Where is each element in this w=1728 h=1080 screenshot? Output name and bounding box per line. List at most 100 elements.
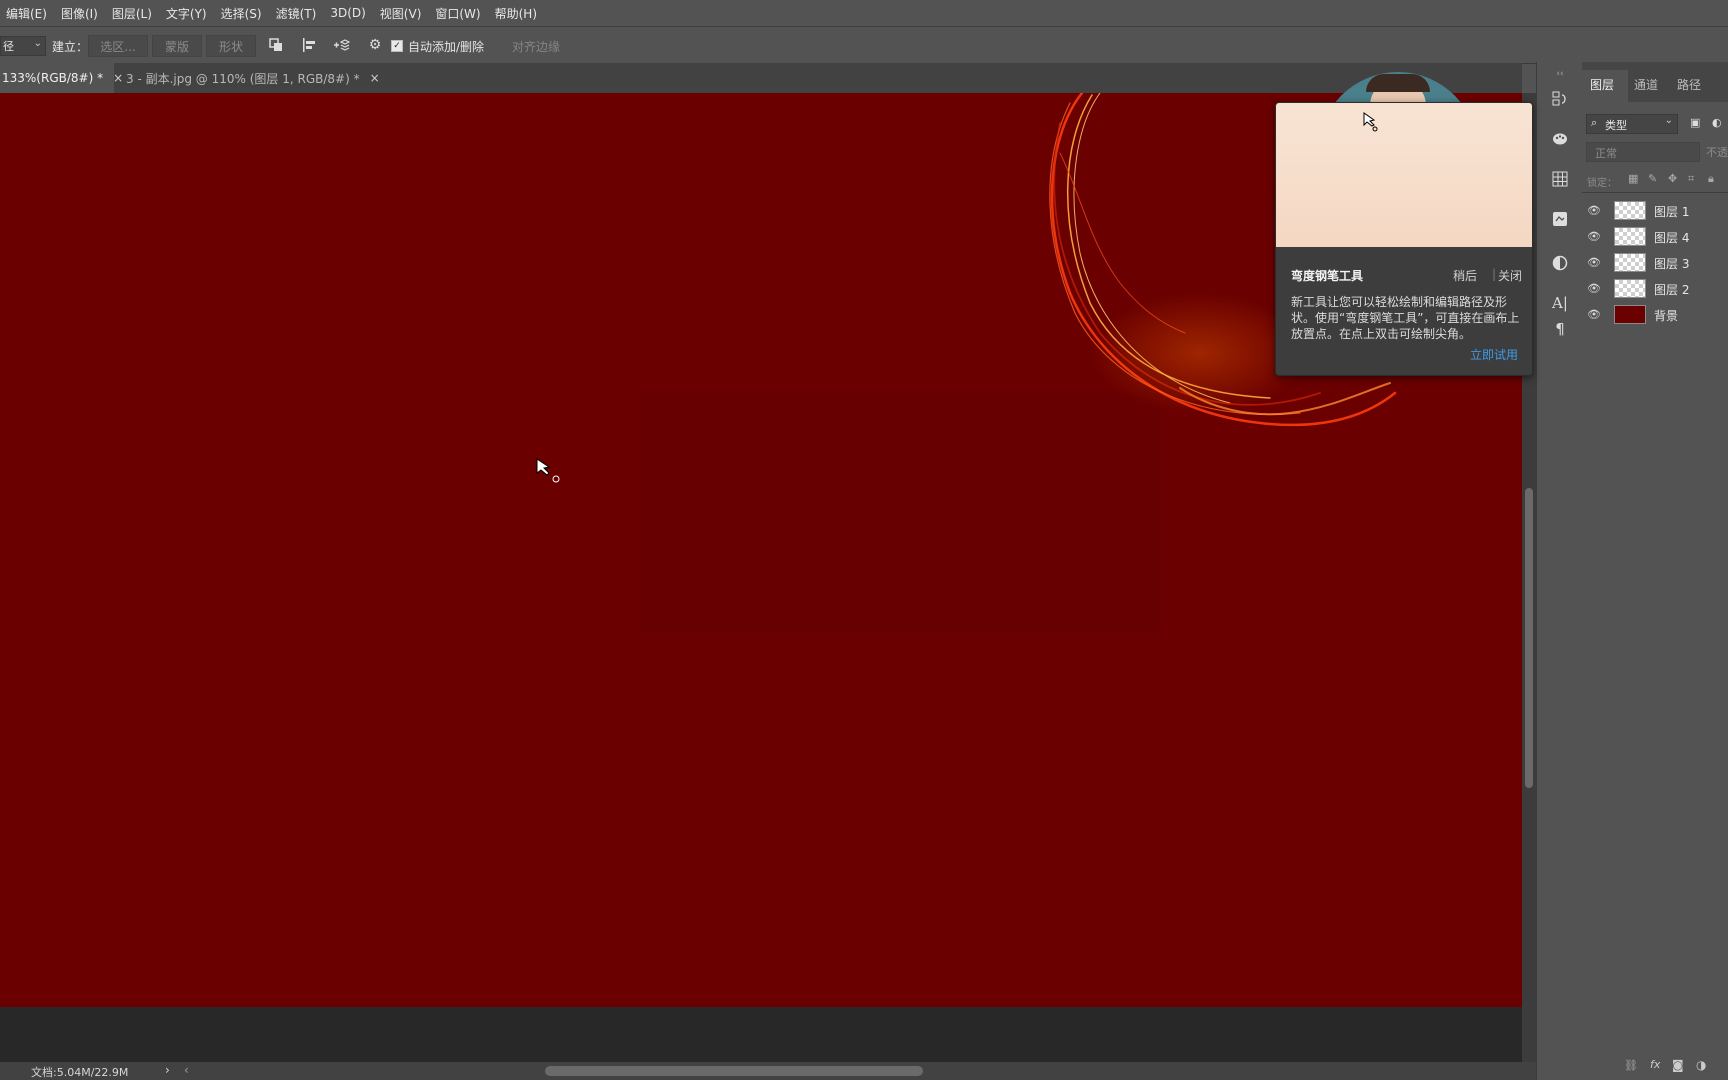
menu-select[interactable]: 选择(S) (215, 5, 270, 22)
menu-image[interactable]: 图像(I) (55, 5, 106, 22)
chevron-down-icon: ⌄ (33, 38, 42, 49)
build-label: 建立： (52, 40, 89, 54)
layer-row[interactable]: 👁︎ 图层 4 (1582, 223, 1728, 249)
document-size-info: 文档:5.04M/22.9M (31, 1066, 129, 1079)
color-palette-icon[interactable] (1551, 130, 1569, 148)
make-mask-button[interactable]: 蒙版 (152, 35, 202, 57)
pen-mode-value: 径 (3, 40, 14, 53)
make-shape-button[interactable]: 形状 (206, 35, 256, 57)
search-icon: ⌕ (1591, 116, 1598, 129)
eye-icon[interactable]: 👁︎ (1587, 255, 1601, 269)
menu-window[interactable]: 窗口(W) (429, 5, 488, 22)
path-arrangement-icon[interactable] (332, 36, 350, 54)
link-icon[interactable]: ⛓︎ (1624, 1059, 1638, 1072)
lock-all-icon[interactable]: 🔒︎ (1708, 172, 1714, 186)
document-tab-bar: 133%(RGB/8#) * × 3 - 副本.jpg @ 110% (图层 1… (0, 63, 1522, 93)
layer-filter-value: 类型 (1605, 119, 1627, 132)
tab-label: 133%(RGB/8#) * (2, 71, 104, 85)
hair-shape (1366, 74, 1430, 92)
layer-name: 图层 4 (1654, 231, 1690, 245)
eye-icon[interactable]: 👁︎ (1587, 203, 1601, 217)
eye-icon[interactable]: 👁︎ (1587, 281, 1601, 295)
lock-label: 锁定： (1587, 178, 1617, 189)
horizontal-scroll-thumb[interactable] (545, 1066, 923, 1076)
tooltip-preview (1276, 103, 1532, 247)
menu-view[interactable]: 视图(V) (374, 5, 430, 22)
menu-edit[interactable]: 编辑(E) (0, 5, 55, 22)
path-alignment-icon[interactable] (300, 36, 318, 54)
grid-swatch-icon[interactable] (1551, 170, 1569, 188)
layer-thumbnail (1614, 253, 1646, 272)
collapse-panels-icon[interactable]: ‹‹ (1551, 65, 1569, 83)
lock-artboard-icon[interactable]: ⌗ (1688, 172, 1694, 186)
lock-transparent-icon[interactable]: ▦ (1628, 172, 1638, 185)
lock-brush-icon[interactable]: ✎ (1648, 172, 1657, 185)
tab-label: 3 - 副本.jpg @ 110% (图层 1, RGB/8#) * (126, 71, 360, 86)
character-icon[interactable]: A| (1551, 294, 1569, 312)
libraries-icon[interactable] (1551, 210, 1569, 228)
tooltip-description: 新工具让您可以轻松绘制和编辑路径及形状。使用“弯度钢笔工具”，可直接在画布上放置… (1291, 295, 1520, 341)
close-icon[interactable]: × (370, 71, 380, 85)
vertical-scroll-thumb[interactable] (1525, 488, 1533, 788)
layer-thumbnail (1614, 279, 1646, 298)
layer-row[interactable]: 👁︎ 图层 2 (1582, 275, 1728, 301)
opacity-label: 不透 (1706, 146, 1728, 159)
layer-name: 图层 1 (1654, 205, 1690, 219)
curvature-pen-cursor (536, 458, 560, 483)
texture-shade (640, 393, 1160, 633)
eye-icon[interactable]: 👁︎ (1587, 229, 1601, 243)
blend-mode-select[interactable]: 正常 (1586, 142, 1700, 162)
lock-move-icon[interactable]: ✥ (1668, 172, 1677, 185)
status-menu-arrow[interactable]: › (165, 1063, 170, 1077)
path-operations-icon[interactable] (267, 36, 285, 54)
chevron-down-icon: ⌄ (1664, 115, 1673, 126)
adjustment-filter-icon[interactable]: ◐ (1712, 116, 1726, 130)
layer-row-background[interactable]: 👁︎ 背景 (1582, 301, 1728, 327)
make-selection-button[interactable]: 选区... (88, 35, 148, 57)
tab-channels[interactable]: 通道 (1634, 76, 1658, 93)
gear-icon[interactable]: ⚙ (366, 36, 384, 54)
tab-layers[interactable]: 图层 (1590, 76, 1614, 93)
scroll-left-arrow[interactable]: ‹ (184, 1063, 189, 1077)
later-link[interactable]: 稍后 (1453, 267, 1477, 284)
layer-thumbnail (1614, 305, 1646, 324)
eye-icon[interactable]: 👁︎ (1587, 307, 1601, 321)
menu-layer[interactable]: 图层(L) (106, 5, 160, 22)
layer-thumbnail (1614, 201, 1646, 220)
layer-filter-select[interactable]: ⌕ 类型 ⌄ (1586, 114, 1678, 134)
tab-document-active[interactable]: 133%(RGB/8#) * × (0, 63, 123, 93)
divider (1582, 192, 1728, 193)
adjustments-icon[interactable] (1551, 254, 1569, 272)
layer-name: 背景 (1654, 309, 1679, 323)
menu-3d[interactable]: 3D(D) (324, 6, 373, 20)
layers-panel: 图层 通道 路径 ⌕ 类型 ⌄ ▣ ◐ 正常 不透 锁定： ▦ ✎ ✥ ⌗ 🔒︎… (1582, 62, 1728, 1080)
try-now-link[interactable]: 立即试用 (1470, 346, 1518, 363)
tooltip-title: 弯度钢笔工具 (1291, 269, 1364, 283)
mask-icon[interactable]: ◙ (1672, 1058, 1684, 1072)
align-edges-label[interactable]: 对齐边缘 (512, 38, 560, 55)
pen-mode-select[interactable]: 径 ⌄ (0, 36, 46, 56)
menu-filter[interactable]: 滤镜(T) (270, 5, 325, 22)
tab-document-copy[interactable]: 3 - 副本.jpg @ 110% (图层 1, RGB/8#) * × (114, 63, 390, 93)
panel-icon-strip: ‹‹ A| ¶ (1536, 62, 1584, 1080)
image-filter-icon[interactable]: ▣ (1690, 116, 1704, 130)
paragraph-icon[interactable]: ¶ (1551, 320, 1569, 338)
preview-cursor (1363, 112, 1378, 132)
layers-footer: ⛓︎ fx ◙ ◑ (1582, 1052, 1728, 1080)
menu-type[interactable]: 文字(Y) (160, 5, 215, 22)
blend-mode-value: 正常 (1595, 147, 1617, 160)
status-bar: 文档:5.04M/22.9M › ‹ (0, 1062, 1536, 1080)
adjustment-icon[interactable]: ◑ (1696, 1058, 1706, 1072)
menu-help[interactable]: 帮助(H) (489, 5, 545, 22)
options-bar: 径 ⌄ 建立： 选区... 蒙版 形状 ⚙ ✓ 自动添加/删除 对齐边缘 (0, 26, 1728, 64)
fx-icon[interactable]: fx (1650, 1058, 1660, 1071)
workspace-pasteboard (0, 1007, 1522, 1062)
auto-add-delete-label: 自动添加/删除 (408, 40, 485, 54)
close-link[interactable]: 关闭 (1498, 267, 1522, 284)
layer-row[interactable]: 👁︎ 图层 1 (1582, 197, 1728, 223)
history-icon[interactable] (1551, 90, 1569, 108)
layer-row[interactable]: 👁︎ 图层 3 (1582, 249, 1728, 275)
tab-paths[interactable]: 路径 (1677, 76, 1701, 93)
link-separator: | (1492, 267, 1497, 281)
auto-add-delete-checkbox[interactable]: ✓ (391, 40, 403, 52)
